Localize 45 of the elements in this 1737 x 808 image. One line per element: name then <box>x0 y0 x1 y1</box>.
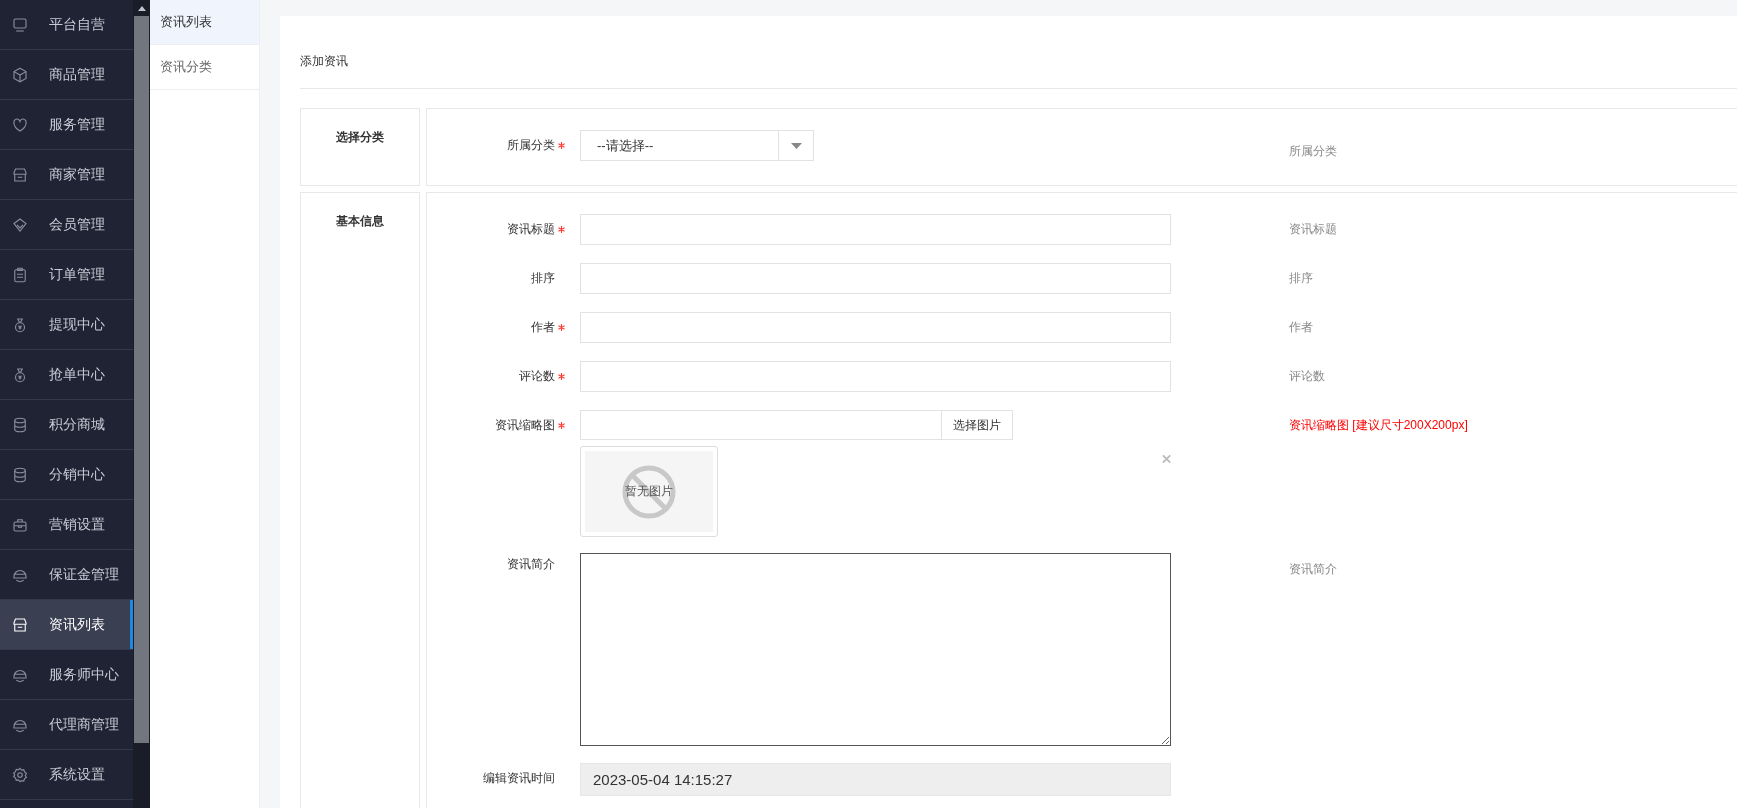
field-label: 评论数 <box>519 368 555 385</box>
field-label: 所属分类 <box>507 137 555 154</box>
close-icon <box>1161 454 1171 464</box>
heart-icon <box>11 115 29 134</box>
choose-image-button[interactable]: 选择图片 <box>942 410 1013 440</box>
subnav-item[interactable]: 资讯分类 <box>150 45 259 90</box>
sidebar-item[interactable]: 资讯列表 <box>0 600 133 650</box>
field-label: 资讯标题 <box>507 221 555 238</box>
caret-down-icon <box>790 142 802 149</box>
subnav-item[interactable]: 资讯列表 <box>150 0 259 45</box>
input-field[interactable] <box>580 312 1171 343</box>
field-hint: 作者 <box>1289 319 1313 336</box>
clipboard-icon <box>11 265 29 284</box>
field-hint: 资讯缩略图 [建议尺寸200X200px] <box>1289 417 1468 434</box>
field-label: 编辑资讯时间 <box>483 770 555 787</box>
input-field[interactable] <box>580 214 1171 245</box>
section-title: 基本信息 <box>300 192 420 808</box>
scrollbar-thumb[interactable] <box>134 16 149 743</box>
category-select[interactable]: --请选择-- <box>580 130 814 161</box>
field-hint: 排序 <box>1289 270 1313 287</box>
field-hint: 评论数 <box>1289 368 1325 385</box>
preview-text: 暂无图片 <box>624 483 673 500</box>
field-hint: 资讯标题 <box>1289 221 1337 238</box>
field-label: 排序 <box>531 270 555 287</box>
field-label: 作者 <box>531 319 555 336</box>
page-title: 添加资讯 <box>300 53 349 69</box>
database-icon <box>11 415 29 434</box>
input-field[interactable] <box>580 263 1171 294</box>
input-field[interactable] <box>580 361 1171 392</box>
scrollbar[interactable] <box>133 0 150 808</box>
input-field[interactable] <box>580 410 942 440</box>
monitor-icon <box>11 15 29 34</box>
gear-icon <box>11 765 29 784</box>
section-title: 选择分类 <box>300 108 420 186</box>
cube-icon <box>11 65 29 84</box>
text-area[interactable] <box>580 553 1171 746</box>
field-label: 资讯缩略图 <box>495 417 555 434</box>
field-hint: 资讯简介 <box>1289 561 1337 578</box>
store-icon <box>11 615 29 634</box>
field-label: 资讯简介 <box>507 555 555 573</box>
database-icon <box>11 465 29 484</box>
no-image-icon <box>621 464 676 519</box>
scroll-up-icon <box>136 4 147 12</box>
store-icon <box>11 165 29 184</box>
field-hint: 所属分类 <box>1289 143 1337 160</box>
